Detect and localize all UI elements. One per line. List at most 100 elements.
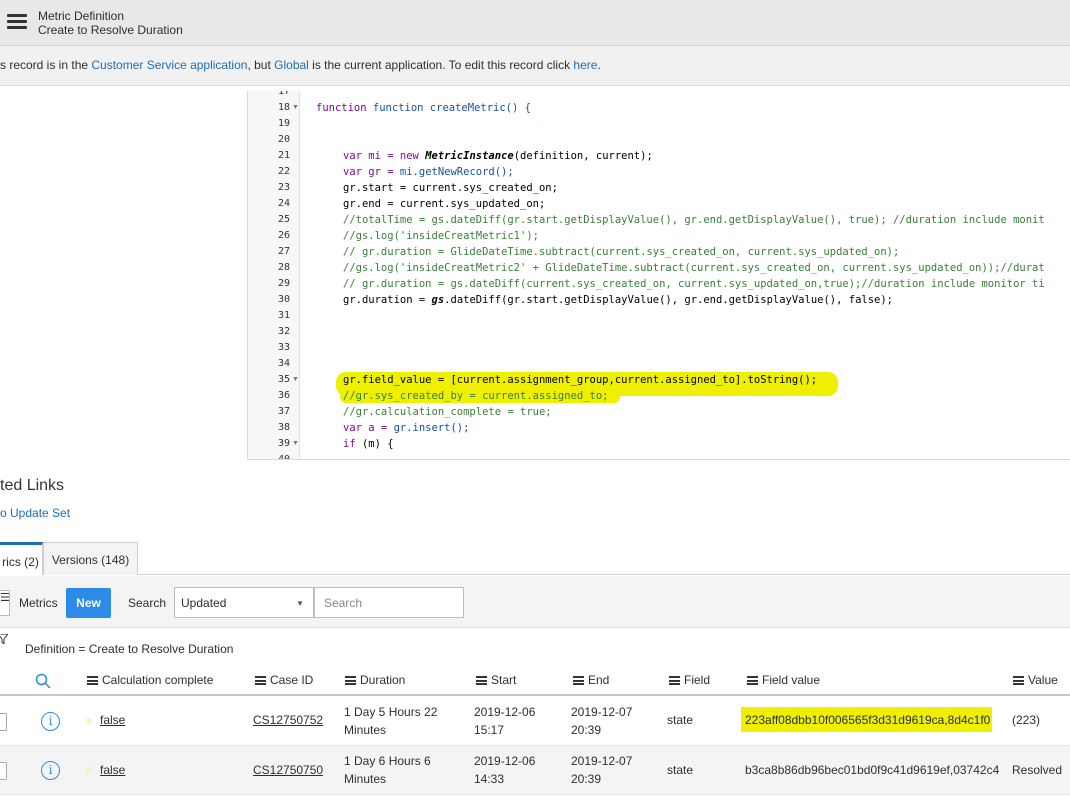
column-menu-icon[interactable] [87, 676, 98, 685]
column-header-calculation-complete[interactable]: Calculation complete [87, 673, 213, 687]
table-row[interactable]: i false CS12750750 1 Day 6 Hours 6 Minute… [0, 746, 1070, 795]
code-line-23: gr.start = current.sys_created_on; [343, 182, 558, 194]
line-number: 30 [277, 294, 290, 305]
column-menu-icon[interactable] [345, 676, 356, 685]
column-header-end[interactable]: End [573, 673, 609, 687]
case-id-link[interactable]: CS12750750 [253, 761, 323, 779]
menu-icon[interactable] [7, 14, 27, 30]
line-number: 25 [277, 214, 290, 225]
app-header: Metric Definition Create to Resolve Dura… [0, 0, 1070, 46]
duration-cell: 1 Day 6 Hours 6 Minutes [344, 754, 431, 786]
field-cell: state [667, 713, 694, 727]
calculation-complete-cell[interactable]: false [100, 761, 125, 779]
line-number: 28 [277, 262, 290, 273]
case-id-link[interactable]: CS12750752 [253, 711, 323, 729]
column-menu-icon[interactable] [573, 676, 584, 685]
search-field-select[interactable]: Updated ▼ [174, 587, 314, 618]
banner-text: is the current application. To edit this… [308, 58, 574, 72]
column-menu-icon[interactable] [255, 676, 266, 685]
line-number: 22 [277, 166, 290, 177]
fold-toggle-icon[interactable]: ▼ [292, 104, 299, 111]
line-number: 18 [277, 102, 290, 113]
related-list-tabs: rics (2) Versions (148) [0, 542, 1070, 575]
list-menu-icon[interactable]: ☰ [0, 590, 10, 616]
line-number: 19 [277, 118, 290, 129]
line-number: 38 [277, 422, 290, 433]
table-row[interactable]: i false CS12750752 1 Day 5 Hours 22 Minut… [0, 697, 1070, 746]
fold-toggle-icon[interactable]: ▼ [292, 376, 299, 383]
status-dot [86, 767, 92, 773]
column-menu-icon[interactable] [476, 676, 487, 685]
line-number: 36 [277, 390, 290, 401]
column-header-duration[interactable]: Duration [345, 673, 405, 687]
line-number: 40 [277, 454, 290, 460]
field-value-cell: 223aff08dbb10f006565f3d31d9619ca,8d4c1f0 [745, 713, 991, 727]
start-cell: 2019-12-06 14:33 [474, 754, 536, 786]
add-to-update-set-link[interactable]: o Update Set [0, 506, 70, 520]
line-number: 29 [277, 278, 290, 289]
search-label: Search [128, 596, 167, 610]
banner-text: . [597, 58, 601, 72]
filter-icon[interactable] [0, 634, 8, 644]
line-number: 39 [277, 438, 290, 449]
line-number: 17 [277, 91, 290, 97]
list-toolbar: ☰ Metrics New Search Updated ▼ Search [0, 576, 1070, 628]
duration-cell: 1 Day 5 Hours 22 Minutes [344, 705, 438, 737]
column-header-start[interactable]: Start [476, 673, 516, 687]
code-line-22: var gr = mi.getNewRecord(); [343, 166, 514, 178]
line-gutter [248, 91, 300, 459]
code-line-28: //gs.log('insideCreatMetric2' + GlideDat… [343, 262, 1045, 274]
column-header-field[interactable]: Field [669, 673, 710, 687]
select-value: Updated [181, 596, 227, 610]
search-input[interactable]: Search [314, 587, 464, 618]
global-app-link[interactable]: Global [274, 58, 309, 72]
row-checkbox[interactable] [0, 762, 7, 780]
record-type-title: Metric Definition [38, 9, 125, 23]
new-button[interactable]: New [66, 588, 111, 618]
edit-here-link[interactable]: here [573, 58, 597, 72]
code-line-37: //gr.calculation_complete = true; [343, 406, 552, 418]
line-number: 37 [277, 406, 290, 417]
info-icon[interactable]: i [41, 712, 60, 731]
script-editor[interactable]: 17 18 ▼ 19 20 21 22 23 24 25 26 27 28 29 30 31 32 33 34 35 ▼… [247, 91, 1070, 460]
filter-breadcrumb: Definition = Create to Resolve Duration [0, 628, 1070, 662]
line-number: 33 [277, 342, 290, 353]
filter-condition[interactable]: Definition = Create to Resolve Duration [25, 642, 233, 656]
line-number: 34 [277, 358, 290, 369]
record-name: Create to Resolve Duration [38, 23, 183, 37]
column-menu-icon[interactable] [1013, 676, 1024, 685]
tab-versions[interactable]: Versions (148) [43, 542, 138, 575]
search-icon[interactable] [35, 673, 51, 689]
caret-down-icon: ▼ [296, 599, 304, 608]
line-number: 26 [277, 230, 290, 241]
field-cell: state [667, 763, 694, 777]
customer-service-app-link[interactable]: Customer Service application [91, 58, 247, 72]
info-icon[interactable]: i [41, 761, 60, 780]
code-line-21: var mi = new MetricInstance(definition, … [343, 150, 653, 162]
end-cell: 2019-12-07 20:39 [571, 754, 633, 786]
column-menu-icon[interactable] [747, 676, 758, 685]
column-header-value[interactable]: Value [1013, 673, 1058, 687]
related-links-heading: ted Links [0, 477, 65, 494]
banner-text: s record is in the [0, 58, 92, 72]
line-number: 21 [277, 150, 290, 161]
row-checkbox[interactable] [0, 713, 7, 731]
status-dot [86, 718, 92, 724]
line-number: 24 [277, 198, 290, 209]
tab-metrics[interactable]: rics (2) [0, 542, 43, 575]
banner-text: , but [247, 58, 275, 72]
line-number: 23 [277, 182, 290, 193]
line-number: 27 [277, 246, 290, 257]
column-menu-icon[interactable] [669, 676, 680, 685]
line-number: 31 [277, 310, 290, 321]
column-header-case-id[interactable]: Case ID [255, 673, 313, 687]
scope-banner: s record is in the Customer Service appl… [0, 46, 1070, 86]
code-line-26: //gs.log('insideCreatMetric1'); [343, 230, 539, 242]
line-number: 32 [277, 326, 290, 337]
code-line-25: //totalTime = gs.dateDiff(gr.start.getDi… [343, 214, 1045, 226]
fold-toggle-icon[interactable]: ▼ [292, 440, 299, 447]
code-line-29: // gr.duration = gs.dateDiff(current.sys… [343, 278, 1045, 290]
column-header-field-value[interactable]: Field value [747, 673, 820, 687]
calculation-complete-cell[interactable]: false [100, 711, 125, 729]
code-line-30: gr.duration = gs.dateDiff(gr.start.getDi… [343, 294, 894, 306]
